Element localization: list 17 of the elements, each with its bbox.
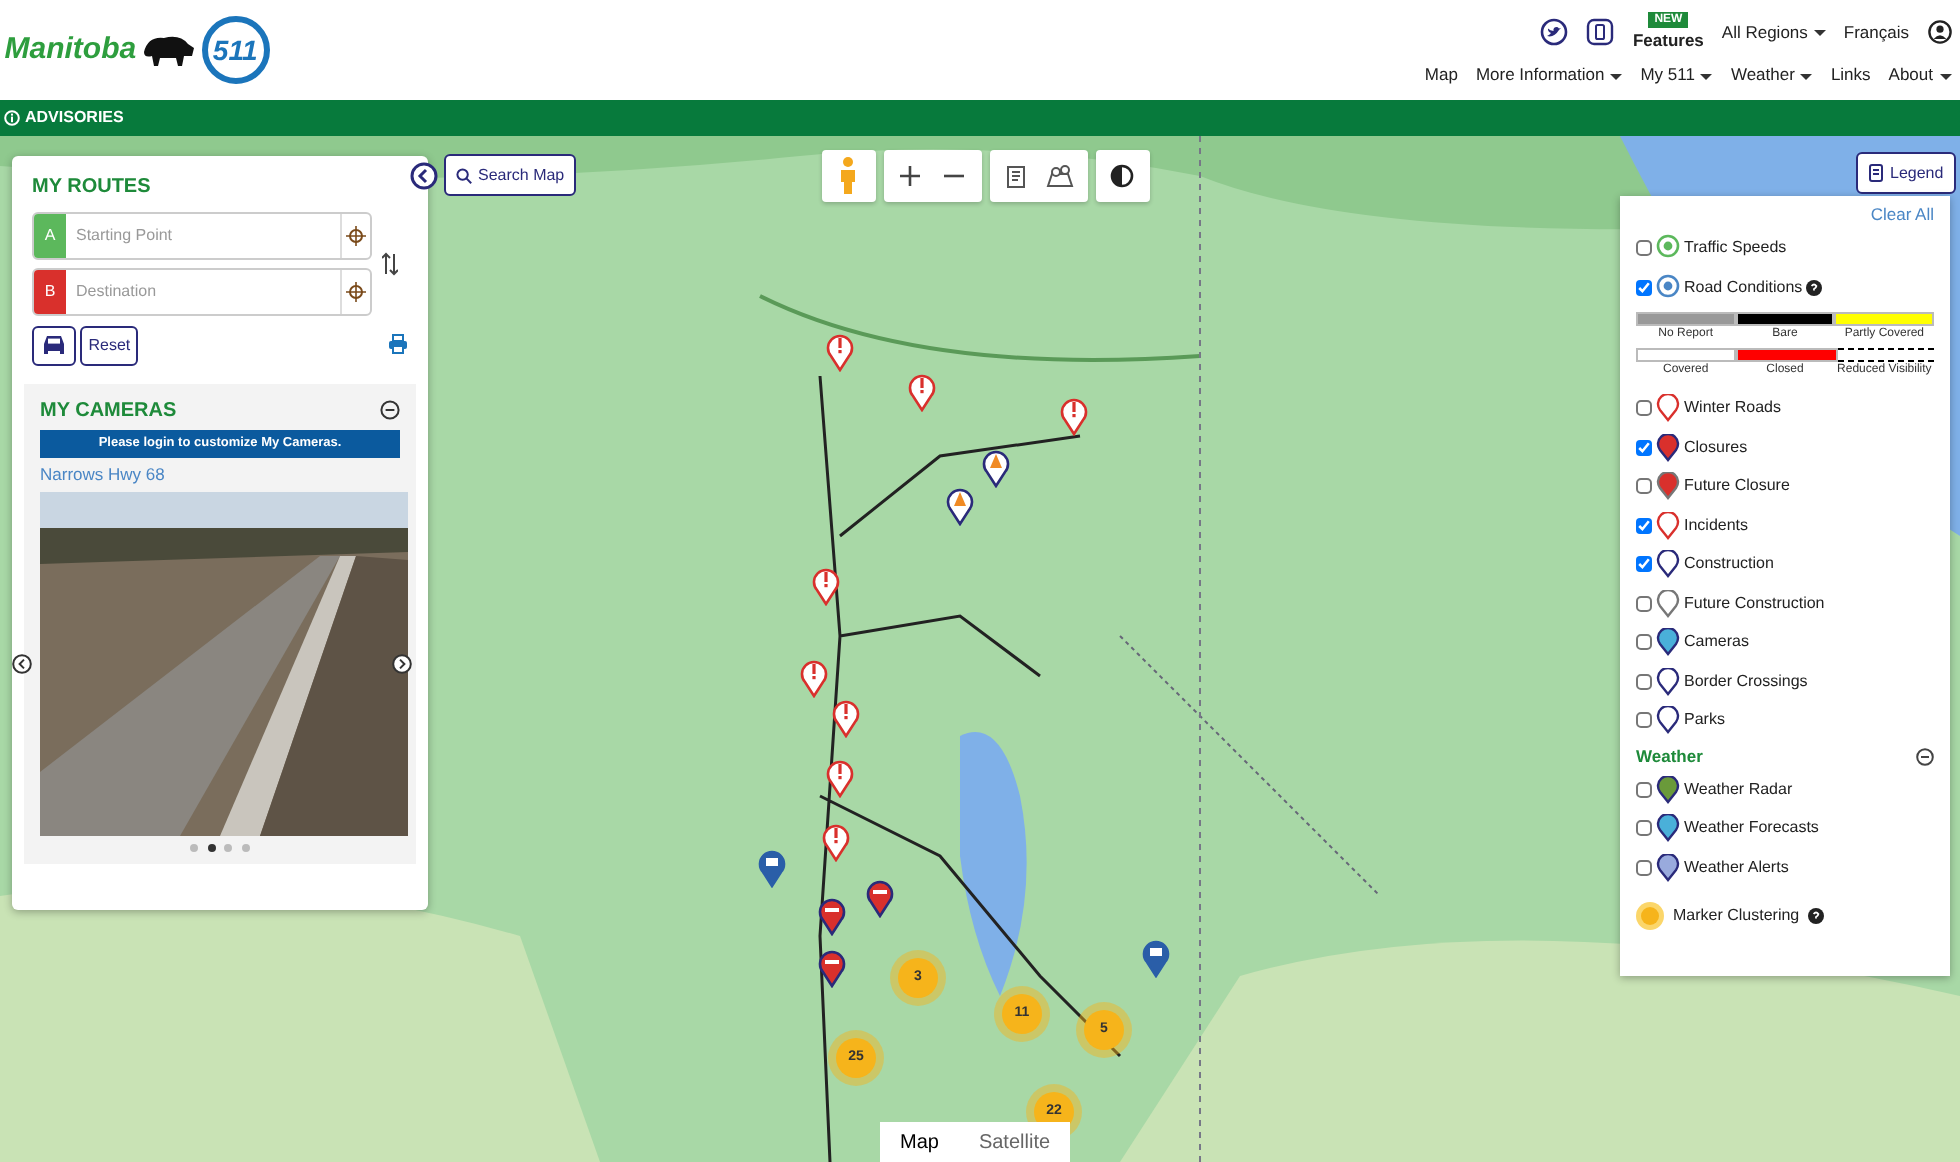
user-account-icon[interactable] (1927, 20, 1951, 45)
nav-link[interactable]: Links (1830, 62, 1871, 88)
logo-511: 511 (201, 16, 270, 84)
nav-link[interactable]: My 511 (1640, 62, 1713, 88)
regions-dropdown[interactable]: All Regions (1721, 20, 1826, 46)
bison-icon (140, 32, 197, 68)
nav-link[interactable]: More Information (1475, 62, 1623, 88)
mobile-phone-icon[interactable] (1586, 18, 1615, 47)
brand-name: Manitoba (4, 29, 137, 70)
language-link[interactable]: Français (1843, 20, 1909, 46)
advisories-label[interactable]: ADVISORIES (25, 106, 124, 130)
nav-link[interactable]: Map (1424, 62, 1458, 88)
nav-link[interactable]: Weather (1730, 62, 1813, 88)
info-icon (4, 110, 21, 126)
twitter-icon[interactable] (1540, 18, 1569, 47)
nav-link[interactable]: About (1888, 62, 1951, 88)
features-link[interactable]: Features (1632, 28, 1704, 54)
